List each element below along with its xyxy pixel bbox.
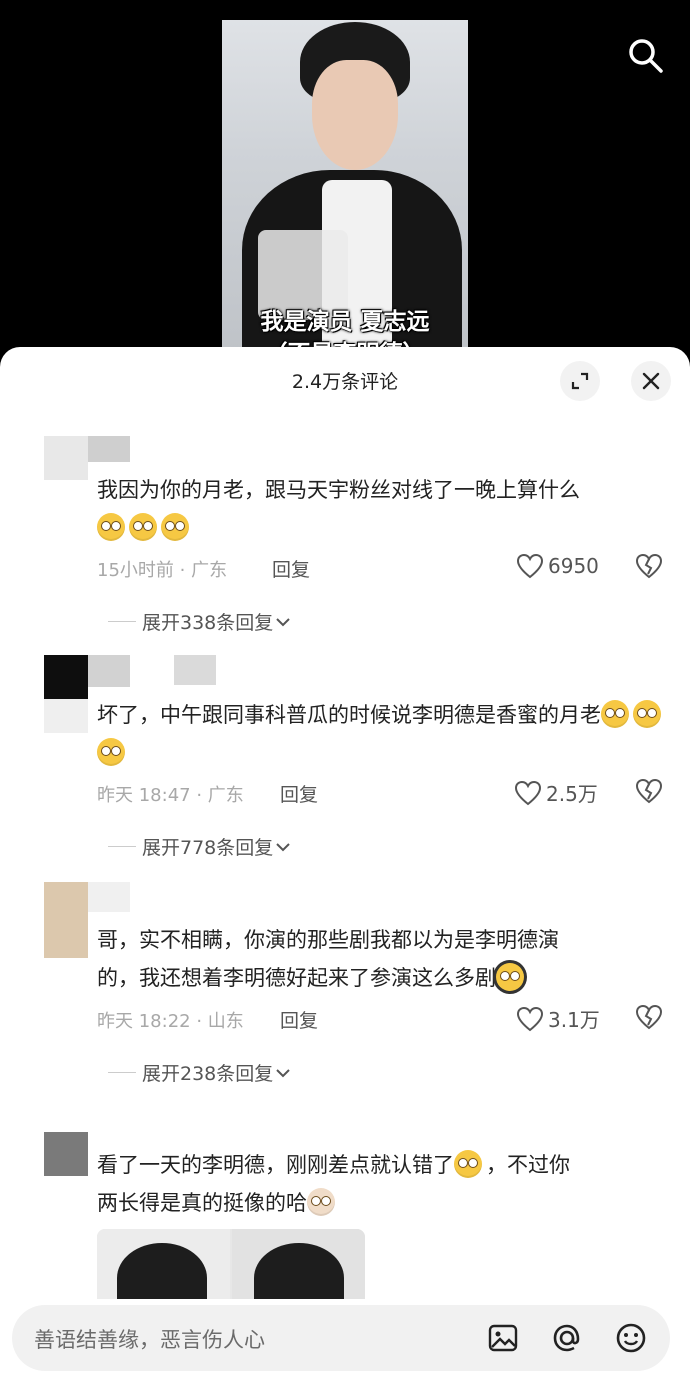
comment-text: 看了一天的李明德，刚刚差点就认错了 ，不过你 两长得是真的挺像的哈 [97, 1146, 667, 1222]
comment-text-content: 坏了，中午跟同事科普瓜的时候说李明德是香蜜的月老 [97, 703, 601, 727]
username-redacted[interactable] [88, 436, 130, 462]
avatar[interactable] [44, 882, 88, 958]
comment-image-right [232, 1229, 365, 1299]
photo-hair [117, 1243, 207, 1299]
expand-replies-button[interactable]: 展开338条回复 [108, 608, 293, 635]
comment-image[interactable] [97, 1229, 365, 1299]
comment-input-bar[interactable]: 善语结善缘，恶言伤人心 [12, 1305, 670, 1371]
search-button[interactable] [624, 34, 666, 76]
cat-emoji-icon [307, 1188, 335, 1216]
heart-icon [516, 1006, 544, 1031]
broken-heart-icon [635, 778, 663, 804]
video-area[interactable]: 我是演员 夏志远 （不是李明德） [0, 0, 690, 360]
flushed-emoji-icon [97, 513, 125, 541]
chevron-down-icon [276, 842, 290, 851]
reply-button[interactable]: 回复 [272, 555, 310, 582]
smile-icon[interactable] [614, 1321, 648, 1355]
like-count: 6950 [548, 554, 599, 578]
comment-meta: 昨天 18:22 · 山东 [97, 1011, 244, 1032]
expand-icon [571, 372, 589, 390]
avatar[interactable] [44, 436, 88, 480]
username-redacted[interactable] [88, 655, 130, 687]
dizzy-emoji-icon [601, 700, 629, 728]
video-caption-line1: 我是演员 夏志远 [260, 309, 430, 335]
avatar[interactable] [44, 1132, 88, 1176]
dislike-button[interactable] [634, 1003, 664, 1033]
photo-hair [254, 1243, 344, 1299]
expand-replies-label: 展开338条回复 [142, 612, 274, 634]
expand-replies-button[interactable]: 展开238条回复 [108, 1059, 293, 1086]
comment-meta: 15小时前 · 广东 [97, 560, 228, 581]
comment-text-line1: 哥，实不相瞒，你演的那些剧我都以为是李明德演 [97, 928, 559, 952]
comment-text-line2: 的，我还想着李明德好起来了参演这么多剧 [97, 966, 496, 990]
like-count: 2.5万 [546, 782, 598, 806]
expand-sheet-button[interactable] [560, 361, 600, 401]
divider-line [108, 621, 136, 622]
expand-replies-label: 展开778条回复 [142, 837, 274, 859]
comment-text-part1: 看了一天的李明德，刚刚差点就认错了 [97, 1153, 454, 1177]
heart-icon [516, 553, 544, 579]
comment-text: 坏了，中午跟同事科普瓜的时候说李明德是香蜜的月老 [97, 696, 667, 772]
comment-text: 哥，实不相瞒，你演的那些剧我都以为是李明德演 的，我还想着李明德好起来了参演这么… [97, 921, 667, 997]
expand-replies-button[interactable]: 展开778条回复 [108, 833, 293, 860]
broken-heart-icon [635, 553, 663, 579]
like-button[interactable]: 6950 [516, 553, 599, 579]
broken-heart-icon [635, 1004, 663, 1030]
avatar-shadow [44, 699, 88, 733]
like-button[interactable]: 3.1万 [516, 1004, 600, 1033]
comment-text-content: 我因为你的月老，跟马天宇粉丝对线了一晚上算什么 [97, 478, 580, 502]
dislike-button[interactable] [634, 777, 664, 807]
reply-button[interactable]: 回复 [280, 1006, 318, 1033]
dizzy-emoji-icon [633, 700, 661, 728]
close-icon [642, 372, 660, 390]
video-thumbnail[interactable]: 我是演员 夏志远 （不是李明德） [222, 20, 468, 350]
avatar[interactable] [44, 655, 88, 699]
comment-input-placeholder[interactable]: 善语结善缘，恶言伤人心 [34, 1324, 265, 1354]
comment-text-part2: ，不过你 [486, 1153, 570, 1177]
divider-line [108, 846, 136, 847]
username-redacted[interactable] [174, 655, 216, 685]
close-sheet-button[interactable] [631, 361, 671, 401]
like-button[interactable]: 2.5万 [514, 778, 598, 807]
comment-meta: 昨天 18:47 · 广东 [97, 785, 244, 806]
laugh-cry-emoji-icon [454, 1150, 482, 1178]
search-icon [629, 39, 663, 73]
comment-text-line2: 两长得是真的挺像的哈 [97, 1191, 307, 1215]
dizzy-emoji-icon [97, 738, 125, 766]
username-redacted[interactable] [88, 882, 130, 912]
dislike-button[interactable] [634, 552, 664, 582]
expand-replies-label: 展开238条回复 [142, 1063, 274, 1085]
comment-text: 我因为你的月老，跟马天宇粉丝对线了一晚上算什么 [97, 471, 667, 547]
comment-image-left [97, 1229, 230, 1299]
divider-line [108, 1072, 136, 1073]
flushed-emoji-icon [161, 513, 189, 541]
like-count: 3.1万 [548, 1008, 600, 1032]
flushed-emoji-icon [129, 513, 157, 541]
chevron-down-icon [276, 617, 290, 626]
image-icon[interactable] [486, 1321, 520, 1355]
reply-button[interactable]: 回复 [280, 780, 318, 807]
heart-icon [514, 780, 542, 805]
chevron-down-icon [276, 1068, 290, 1077]
person-face [312, 60, 398, 170]
at-icon[interactable] [550, 1321, 584, 1355]
headphone-emoji-icon [496, 963, 524, 991]
